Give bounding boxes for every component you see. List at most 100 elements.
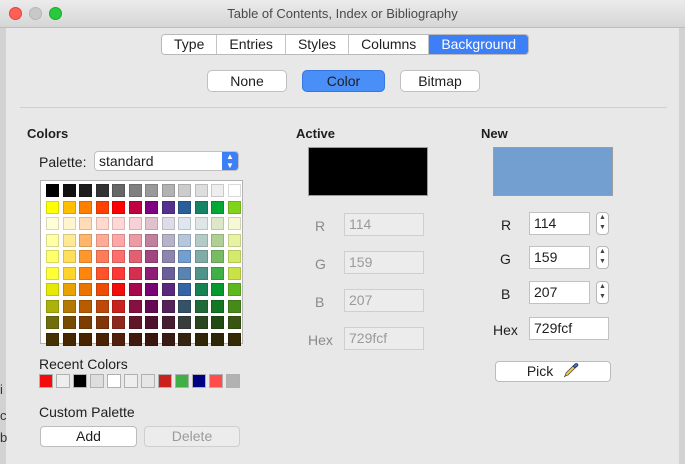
palette-swatch[interactable] xyxy=(62,233,76,247)
palette-swatch[interactable] xyxy=(128,233,142,247)
palette-swatch[interactable] xyxy=(46,250,59,263)
palette-swatch[interactable] xyxy=(211,299,224,313)
recent-color-swatch[interactable] xyxy=(226,374,240,388)
palette-swatch[interactable] xyxy=(62,184,76,197)
palette-swatch[interactable] xyxy=(145,332,158,346)
palette-swatch[interactable] xyxy=(128,299,142,313)
palette-swatch[interactable] xyxy=(46,184,59,197)
recent-color-swatch[interactable] xyxy=(73,374,87,388)
recent-color-swatch[interactable] xyxy=(56,374,70,388)
palette-swatch[interactable] xyxy=(161,316,175,329)
palette-swatch[interactable] xyxy=(95,184,109,197)
recent-color-swatch[interactable] xyxy=(141,374,155,388)
palette-swatch[interactable] xyxy=(145,266,158,280)
color-fill-button[interactable]: Color xyxy=(302,70,385,92)
palette-swatch[interactable] xyxy=(128,266,142,280)
recent-color-swatch[interactable] xyxy=(107,374,121,388)
palette-swatch[interactable] xyxy=(145,217,158,230)
palette-swatch[interactable] xyxy=(194,184,208,197)
palette-swatch[interactable] xyxy=(227,316,241,329)
palette-swatch[interactable] xyxy=(46,283,59,296)
palette-swatch[interactable] xyxy=(161,233,175,247)
recent-color-swatch[interactable] xyxy=(158,374,172,388)
palette-swatch[interactable] xyxy=(178,332,191,346)
palette-swatch[interactable] xyxy=(227,332,241,346)
palette-swatch[interactable] xyxy=(62,299,76,313)
palette-swatch[interactable] xyxy=(194,217,208,230)
palette-swatch[interactable] xyxy=(112,250,125,263)
palette-swatch[interactable] xyxy=(62,250,76,263)
palette-swatch[interactable] xyxy=(194,299,208,313)
palette-swatch[interactable] xyxy=(145,184,158,197)
palette-swatch[interactable] xyxy=(145,283,158,296)
palette-swatch[interactable] xyxy=(178,250,191,263)
new-b-stepper[interactable]: ▲ ▼ xyxy=(596,281,609,304)
palette-swatch[interactable] xyxy=(194,283,208,296)
palette-swatch[interactable] xyxy=(128,332,142,346)
palette-swatch[interactable] xyxy=(194,200,208,214)
palette-swatch[interactable] xyxy=(161,250,175,263)
palette-swatch[interactable] xyxy=(95,283,109,296)
palette-swatch[interactable] xyxy=(194,233,208,247)
palette-swatch[interactable] xyxy=(145,233,158,247)
palette-swatch[interactable] xyxy=(46,233,59,247)
new-r-stepper[interactable]: ▲ ▼ xyxy=(596,212,609,235)
palette-swatch[interactable] xyxy=(211,250,224,263)
palette-swatch[interactable] xyxy=(145,299,158,313)
palette-swatch[interactable] xyxy=(128,184,142,197)
palette-swatch[interactable] xyxy=(178,283,191,296)
new-b-field[interactable]: 207 xyxy=(529,281,590,304)
palette-swatch[interactable] xyxy=(161,299,175,313)
palette-swatch[interactable] xyxy=(178,184,191,197)
palette-swatch[interactable] xyxy=(227,200,241,214)
palette-swatch[interactable] xyxy=(145,200,158,214)
palette-swatch[interactable] xyxy=(161,184,175,197)
palette-swatch[interactable] xyxy=(211,283,224,296)
palette-swatch[interactable] xyxy=(128,316,142,329)
palette-swatch[interactable] xyxy=(112,184,125,197)
new-hex-field[interactable]: 729fcf xyxy=(529,317,609,340)
palette-swatch[interactable] xyxy=(112,233,125,247)
new-g-field[interactable]: 159 xyxy=(529,246,590,269)
tab-columns[interactable]: Columns xyxy=(349,35,430,54)
recent-color-swatch[interactable] xyxy=(175,374,189,388)
palette-swatch[interactable] xyxy=(95,299,109,313)
palette-swatch[interactable] xyxy=(79,266,92,280)
palette-swatch[interactable] xyxy=(95,233,109,247)
new-g-stepper[interactable]: ▲ ▼ xyxy=(596,246,609,269)
palette-swatch[interactable] xyxy=(46,316,59,329)
palette-swatch[interactable] xyxy=(112,299,125,313)
palette-swatch[interactable] xyxy=(95,316,109,329)
palette-swatch[interactable] xyxy=(161,332,175,346)
palette-swatch[interactable] xyxy=(95,250,109,263)
add-button[interactable]: Add xyxy=(40,426,137,447)
pick-button[interactable]: Pick xyxy=(495,361,611,382)
palette-swatch[interactable] xyxy=(128,283,142,296)
palette-swatch[interactable] xyxy=(46,266,59,280)
palette-swatch[interactable] xyxy=(112,217,125,230)
palette-swatch[interactable] xyxy=(79,299,92,313)
palette-swatch[interactable] xyxy=(211,184,224,197)
palette-swatch[interactable] xyxy=(194,332,208,346)
palette-swatch[interactable] xyxy=(95,332,109,346)
tab-type[interactable]: Type xyxy=(162,35,218,54)
palette-swatch[interactable] xyxy=(161,200,175,214)
palette-swatch[interactable] xyxy=(145,316,158,329)
palette-select[interactable]: standard ▲ ▼ xyxy=(94,151,239,171)
palette-swatch[interactable] xyxy=(178,217,191,230)
palette-swatch[interactable] xyxy=(227,283,241,296)
recent-color-swatch[interactable] xyxy=(39,374,53,388)
palette-swatch[interactable] xyxy=(178,299,191,313)
recent-color-swatch[interactable] xyxy=(124,374,138,388)
palette-swatch[interactable] xyxy=(46,200,59,214)
palette-swatch[interactable] xyxy=(128,217,142,230)
palette-swatch[interactable] xyxy=(79,332,92,346)
palette-swatch[interactable] xyxy=(62,283,76,296)
palette-swatch[interactable] xyxy=(211,316,224,329)
palette-swatch[interactable] xyxy=(145,250,158,263)
palette-swatch[interactable] xyxy=(95,217,109,230)
palette-swatch[interactable] xyxy=(128,200,142,214)
palette-swatch[interactable] xyxy=(161,266,175,280)
palette-swatch[interactable] xyxy=(161,217,175,230)
palette-swatch[interactable] xyxy=(62,266,76,280)
